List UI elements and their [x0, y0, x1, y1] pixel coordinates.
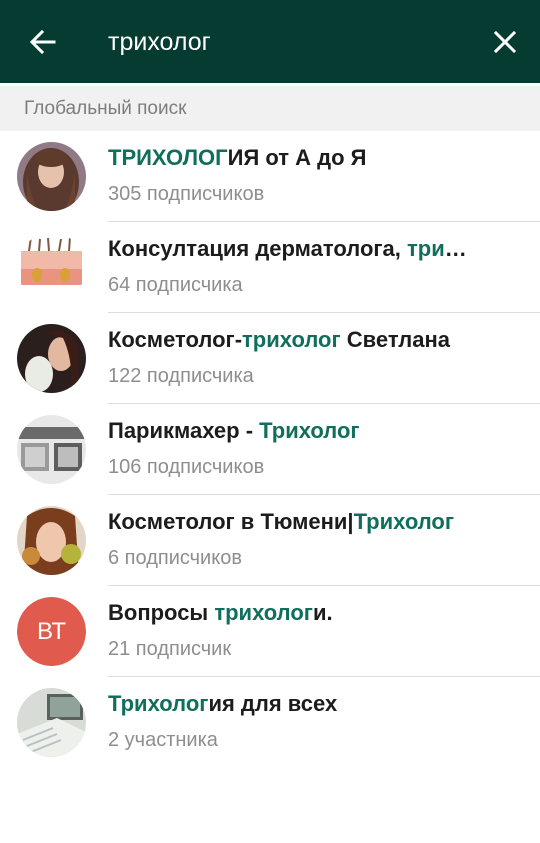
list-item[interactable]: Трихология для всех 2 участника — [0, 677, 540, 768]
avatar: ВТ — [17, 597, 86, 666]
close-icon — [494, 31, 516, 53]
avatar — [17, 142, 86, 211]
arrow-left-icon — [30, 30, 56, 54]
initials-avatar: ВТ — [17, 597, 86, 666]
result-subtitle: 2 участника — [108, 729, 218, 751]
result-title: Парикмахер - Трихолог — [108, 418, 360, 443]
result-subtitle: 122 подписчика — [108, 365, 254, 387]
result-title: Консултация дерматолога, три… — [108, 236, 467, 261]
avatar — [17, 324, 86, 393]
avatar — [17, 233, 86, 302]
result-subtitle: 305 подписчиков — [108, 183, 265, 205]
result-title: Косметолог-трихолог Светлана — [108, 327, 451, 352]
list-item[interactable]: Парикмахер - Трихолог 106 подписчиков — [0, 404, 540, 495]
avatar — [17, 688, 86, 757]
clear-search-button[interactable] — [490, 27, 520, 57]
list-item[interactable]: ТРИХОЛОГИЯ от А до Я 305 подписчиков — [0, 131, 540, 222]
result-title: Трихология для всех — [108, 691, 338, 716]
result-title: Косметолог в Тюмени|Трихолог — [108, 509, 455, 534]
list-item[interactable]: Косметолог в Тюмени|Трихолог 6 подписчик… — [0, 495, 540, 586]
list-item[interactable]: Консултация дерматолога, три… 64 подписч… — [0, 222, 540, 313]
app-bar — [0, 0, 540, 83]
result-title: ТРИХОЛОГИЯ от А до Я — [108, 145, 367, 170]
result-subtitle: 21 подписчик — [108, 638, 232, 660]
search-input[interactable] — [108, 24, 468, 60]
result-subtitle: 106 подписчиков — [108, 456, 265, 478]
list-item[interactable]: ВТ Вопросы трихологи. 21 подписчик — [0, 586, 540, 677]
result-subtitle: 64 подписчика — [108, 274, 243, 296]
section-header-global-search: Глобальный поиск — [0, 86, 540, 131]
result-title: Вопросы трихологи. — [108, 600, 333, 625]
list-item[interactable]: Косметолог-трихолог Светлана 122 подписч… — [0, 313, 540, 404]
back-button[interactable] — [28, 27, 58, 57]
search-results-list: ТРИХОЛОГИЯ от А до Я 305 подписчиков Кон… — [0, 131, 540, 768]
result-subtitle: 6 подписчиков — [108, 547, 242, 569]
avatar — [17, 415, 86, 484]
avatar — [17, 506, 86, 575]
